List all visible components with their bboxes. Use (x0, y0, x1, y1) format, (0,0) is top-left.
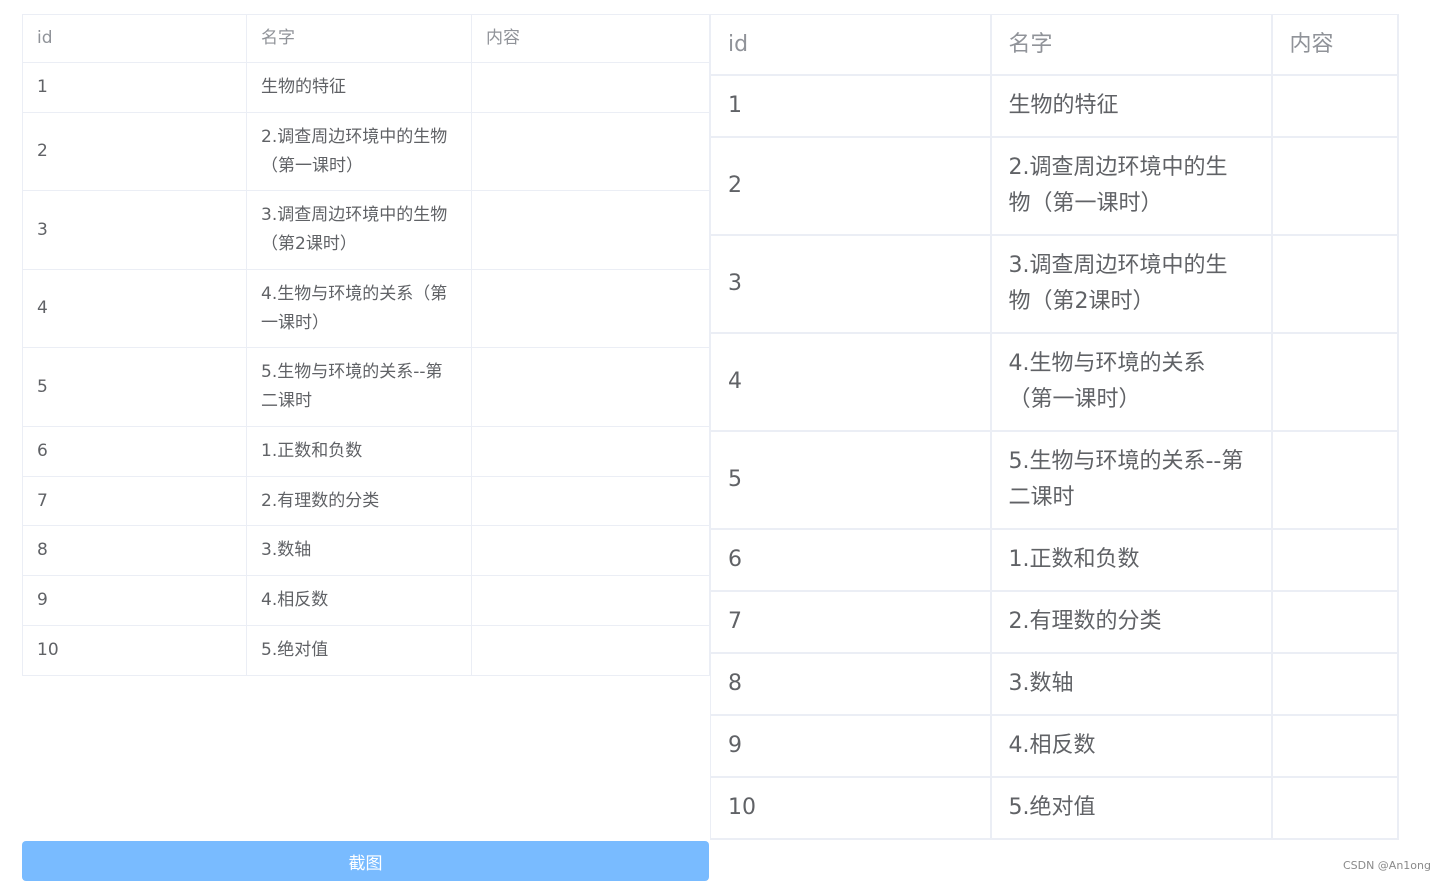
cell-name: 生物的特征 (246, 62, 472, 113)
preview-cell-id: 10 (710, 777, 992, 840)
table-row[interactable]: 5 5.生物与环境的关系--第二课时 (22, 347, 710, 427)
table-row[interactable]: 6 1.正数和负数 (22, 426, 710, 477)
cell-content (471, 625, 710, 676)
cell-name: 4.生物与环境的关系（第一课时） (246, 269, 472, 348)
cell-name: 3.调查周边环境中的生物（第2课时） (246, 190, 472, 270)
preview-row: 9 4.相反数 (710, 715, 1399, 778)
cell-id: 1 (22, 62, 247, 113)
preview-row: 2 2.调查周边环境中的生物（第一课时） (710, 137, 1399, 236)
preview-row: 10 5.绝对值 (710, 777, 1399, 840)
cell-id: 5 (22, 347, 247, 427)
cell-name: 2.调查周边环境中的生物（第一课时） (246, 112, 472, 191)
preview-cell-id: 2 (710, 137, 992, 236)
column-header-name[interactable]: 名字 (246, 14, 472, 63)
cell-name: 4.相反数 (246, 575, 472, 626)
table-row[interactable]: 10 5.绝对值 (22, 625, 710, 676)
preview-cell-id: 8 (710, 653, 992, 716)
preview-row: 7 2.有理数的分类 (710, 591, 1399, 654)
cell-name: 2.有理数的分类 (246, 476, 472, 526)
preview-cell-content (1271, 653, 1399, 716)
cell-id: 3 (22, 190, 247, 270)
preview-row: 5 5.生物与环境的关系--第二课时 (710, 431, 1399, 530)
table-row[interactable]: 3 3.调查周边环境中的生物（第2课时） (22, 190, 710, 270)
preview-cell-content (1271, 715, 1399, 778)
preview-cell-name: 3.数轴 (990, 653, 1273, 716)
preview-header-id: id (710, 14, 992, 76)
cell-id: 7 (22, 476, 247, 526)
preview-cell-id: 9 (710, 715, 992, 778)
watermark: CSDN @An1ong (1342, 859, 1431, 872)
preview-cell-id: 6 (710, 529, 992, 592)
preview-cell-name: 5.绝对值 (990, 777, 1273, 840)
preview-cell-content (1271, 529, 1399, 592)
data-table: id 名字 内容 1 生物的特征 2 2.调查周边环境中的生物（第一课时） 3 … (22, 14, 710, 676)
cell-id: 9 (22, 575, 247, 626)
cell-id: 8 (22, 525, 247, 576)
screenshot-preview-table: id 名字 内容 1 生物的特征 2 2.调查周边环境中的生物（第一课时） 3 … (710, 14, 1399, 840)
preview-cell-id: 4 (710, 333, 992, 432)
cell-content (471, 575, 710, 626)
preview-cell-name: 2.调查周边环境中的生物（第一课时） (990, 137, 1273, 236)
table-row[interactable]: 8 3.数轴 (22, 525, 710, 576)
preview-cell-content (1271, 137, 1399, 236)
table-row[interactable]: 7 2.有理数的分类 (22, 476, 710, 526)
preview-cell-content (1271, 235, 1399, 334)
table-row[interactable]: 9 4.相反数 (22, 575, 710, 626)
cell-name: 3.数轴 (246, 525, 472, 576)
preview-cell-id: 7 (710, 591, 992, 654)
cell-content (471, 269, 710, 348)
preview-row: 6 1.正数和负数 (710, 529, 1399, 592)
column-header-id[interactable]: id (22, 14, 247, 63)
preview-cell-content (1271, 431, 1399, 530)
preview-cell-name: 4.相反数 (990, 715, 1273, 778)
cell-name: 5.生物与环境的关系--第二课时 (246, 347, 472, 427)
preview-cell-content (1271, 591, 1399, 654)
preview-cell-id: 3 (710, 235, 992, 334)
preview-cell-name: 4.生物与环境的关系（第一课时） (990, 333, 1273, 432)
cell-content (471, 347, 710, 427)
preview-cell-id: 1 (710, 75, 992, 138)
cell-content (471, 112, 710, 191)
cell-content (471, 426, 710, 477)
preview-cell-content (1271, 75, 1399, 138)
cell-content (471, 525, 710, 576)
preview-row: 3 3.调查周边环境中的生物（第2课时） (710, 235, 1399, 334)
screenshot-button[interactable]: 截图 (22, 841, 709, 881)
preview-cell-content (1271, 777, 1399, 840)
preview-cell-name: 3.调查周边环境中的生物（第2课时） (990, 235, 1273, 334)
preview-cell-name: 1.正数和负数 (990, 529, 1273, 592)
cell-id: 10 (22, 625, 247, 676)
preview-row: 1 生物的特征 (710, 75, 1399, 138)
preview-cell-name: 2.有理数的分类 (990, 591, 1273, 654)
table-row[interactable]: 2 2.调查周边环境中的生物（第一课时） (22, 112, 710, 191)
preview-header-row: id 名字 内容 (710, 14, 1399, 76)
preview-cell-content (1271, 333, 1399, 432)
preview-header-content: 内容 (1271, 14, 1399, 76)
preview-row: 8 3.数轴 (710, 653, 1399, 716)
preview-row: 4 4.生物与环境的关系（第一课时） (710, 333, 1399, 432)
cell-content (471, 476, 710, 526)
cell-name: 5.绝对值 (246, 625, 472, 676)
table-header-row: id 名字 内容 (22, 14, 710, 63)
cell-id: 6 (22, 426, 247, 477)
preview-cell-id: 5 (710, 431, 992, 530)
cell-content (471, 190, 710, 270)
table-row[interactable]: 1 生物的特征 (22, 62, 710, 113)
cell-id: 2 (22, 112, 247, 191)
cell-name: 1.正数和负数 (246, 426, 472, 477)
column-header-content[interactable]: 内容 (471, 14, 710, 63)
cell-content (471, 62, 710, 113)
preview-cell-name: 5.生物与环境的关系--第二课时 (990, 431, 1273, 530)
preview-cell-name: 生物的特征 (990, 75, 1273, 138)
table-row[interactable]: 4 4.生物与环境的关系（第一课时） (22, 269, 710, 348)
preview-header-name: 名字 (990, 14, 1273, 76)
cell-id: 4 (22, 269, 247, 348)
